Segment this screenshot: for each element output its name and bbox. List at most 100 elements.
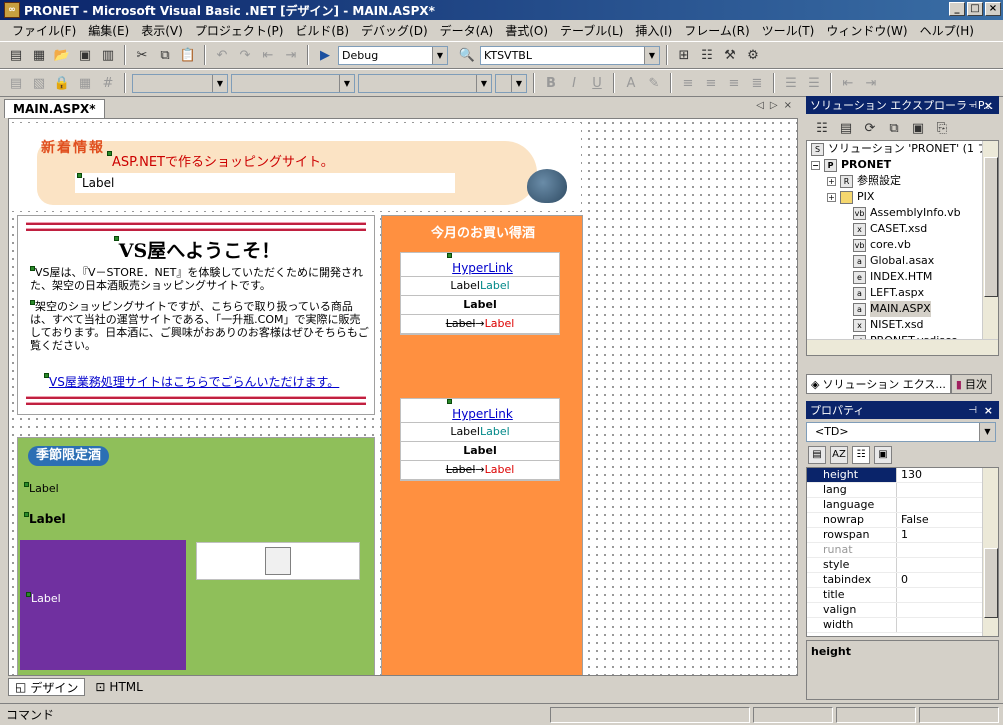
solution-tree[interactable]: S ソリューション 'PRONET' (1 プ − P PRONET + R 参照設定 +… xyxy=(806,140,999,356)
copy-project-icon[interactable]: ⎘ xyxy=(932,118,952,138)
navigate-forward-icon[interactable]: ⇥ xyxy=(281,45,301,65)
tab-main-aspx[interactable]: MAIN.ASPX* xyxy=(4,99,105,118)
save-all-icon[interactable]: ▥ xyxy=(98,45,118,65)
tab-solution-explorer[interactable]: ◈ ソリューション エクス... xyxy=(806,374,951,394)
properties-icon[interactable]: ☷ xyxy=(812,118,832,138)
menu-edit[interactable]: 編集(E) xyxy=(82,22,135,39)
align-left-icon[interactable]: ≡ xyxy=(678,73,698,93)
bullet-list-icon[interactable]: ☰ xyxy=(804,73,824,93)
tree-vertical-scrollbar[interactable] xyxy=(982,141,998,355)
indent-icon[interactable]: ⇥ xyxy=(861,73,881,93)
tree-item[interactable]: + R 参照設定 xyxy=(807,173,998,189)
expand-icon[interactable]: + xyxy=(827,176,836,186)
design-surface[interactable]: 新着情報 ASP.NETで作るショッピングサイト。 Label VS屋へようこそ… xyxy=(8,118,798,676)
solution-explorer-icon[interactable]: ⊞ xyxy=(674,45,694,65)
tree-item[interactable]: a LEFT.aspx xyxy=(807,285,998,301)
property-row[interactable]: nowrap False xyxy=(807,513,998,528)
properties-window-icon[interactable]: ☷ xyxy=(697,45,717,65)
property-row[interactable]: style xyxy=(807,558,998,573)
copy-icon[interactable]: ⧉ xyxy=(155,45,175,65)
menu-project[interactable]: プロジェクト(P) xyxy=(189,22,290,39)
close-icon[interactable]: × xyxy=(984,404,993,417)
object-select[interactable]: <TD> ▼ xyxy=(806,422,996,442)
italic-icon[interactable]: I xyxy=(564,73,584,93)
properties-header[interactable]: プロパティ ⊣ × xyxy=(806,401,999,419)
tab-contents[interactable]: ▮ 目次 xyxy=(950,374,992,394)
product-name-label[interactable]: Label xyxy=(463,444,497,457)
underline-icon[interactable]: U xyxy=(587,73,607,93)
property-row-height[interactable]: height 130 xyxy=(807,468,998,483)
property-grid-scrollbar[interactable] xyxy=(982,468,998,636)
menu-insert[interactable]: 挿入(I) xyxy=(629,22,678,39)
business-site-link[interactable]: VS屋業務処理サイトはこちらでごらんいただけます。 xyxy=(44,373,339,390)
menu-file[interactable]: ファイル(F) xyxy=(6,22,82,39)
find-in-files-icon[interactable]: 🔍 xyxy=(457,45,477,65)
tab-html[interactable]: ⊡ HTML xyxy=(89,678,148,696)
lock-icon[interactable]: 🔒 xyxy=(52,73,72,93)
minimize-button[interactable]: _ xyxy=(949,2,965,16)
welcome-panel[interactable]: VS屋へようこそ！ VS屋は、『V－STORE．NET』を体験していただくために… xyxy=(17,215,375,415)
product-label-teal[interactable]: Label xyxy=(480,425,510,438)
property-row[interactable]: tabindex 0 xyxy=(807,573,998,588)
tree-horizontal-scrollbar[interactable] xyxy=(807,339,998,355)
tree-item[interactable]: x NISET.xsd xyxy=(807,317,998,333)
sale-price-label[interactable]: Label xyxy=(485,463,515,476)
product-label[interactable]: Label xyxy=(450,279,480,292)
save-icon[interactable]: ▣ xyxy=(75,45,95,65)
show-all-files-icon[interactable]: ▤ xyxy=(836,118,856,138)
bold-icon[interactable]: B xyxy=(541,73,561,93)
sale-price-label[interactable]: Label xyxy=(485,317,515,330)
font-size-select[interactable]: ▼ xyxy=(358,73,492,93)
justify-icon[interactable]: ≣ xyxy=(747,73,767,93)
product-cell-2[interactable]: HyperLink LabelLabel Label Label→Label xyxy=(400,398,560,481)
pin-icon[interactable]: ⊣ xyxy=(968,100,977,111)
cut-icon[interactable]: ✂ xyxy=(132,45,152,65)
property-grid[interactable]: height 130 lang language nowrap False rows… xyxy=(806,467,999,637)
block-format-select[interactable]: ▼ xyxy=(132,73,228,93)
tab-design[interactable]: ◱ デザイン xyxy=(8,678,86,696)
seasonal-image-cell[interactable]: Label xyxy=(20,540,186,670)
navigate-back-icon[interactable]: ⇤ xyxy=(258,45,278,65)
add-item-icon[interactable]: ▦ xyxy=(29,45,49,65)
start-debug-icon[interactable]: ▶ xyxy=(315,45,335,65)
align-right-icon[interactable]: ≡ xyxy=(724,73,744,93)
original-price-label[interactable]: Label xyxy=(446,317,476,330)
alphabetical-icon[interactable]: AZ xyxy=(830,446,848,464)
product-name-label[interactable]: Label xyxy=(463,298,497,311)
view-code-icon[interactable]: ⧉ xyxy=(884,118,904,138)
find-target-select[interactable]: KTSVTBL ▼ xyxy=(480,45,660,65)
pin-icon[interactable]: ⊣ xyxy=(968,405,977,416)
product-hyperlink[interactable]: HyperLink xyxy=(452,261,513,275)
numbered-list-icon[interactable]: ☰ xyxy=(781,73,801,93)
properties-icon[interactable]: ☷ xyxy=(852,446,870,464)
monthly-deals-panel[interactable]: 今月のお買い得酒 HyperLink LabelLabel Label Labe… xyxy=(381,215,583,675)
news-label[interactable]: Label xyxy=(75,173,455,193)
menu-window[interactable]: ウィンドウ(W) xyxy=(820,22,913,39)
tree-item-selected[interactable]: a MAIN.ASPX xyxy=(807,301,998,317)
menu-debug[interactable]: デバッグ(D) xyxy=(355,22,434,39)
tree-item[interactable]: − P PRONET xyxy=(807,157,998,173)
tab-scroll-controls[interactable]: ◁▷× xyxy=(756,100,798,111)
scroll-thumb[interactable] xyxy=(984,548,998,618)
refresh-icon[interactable]: ⟳ xyxy=(860,118,880,138)
undo-icon[interactable]: ↶ xyxy=(212,45,232,65)
menu-frame[interactable]: フレーム(R) xyxy=(678,22,755,39)
seasonal-label-2[interactable]: Label xyxy=(24,512,66,526)
grid-icon[interactable]: ▦ xyxy=(75,73,95,93)
view-designer-icon[interactable]: ▣ xyxy=(908,118,928,138)
toolbox-icon[interactable]: ⚒ xyxy=(720,45,740,65)
font-size-small-select[interactable]: ▼ xyxy=(495,73,527,93)
original-price-label[interactable]: Label xyxy=(446,463,476,476)
menu-table[interactable]: テーブル(L) xyxy=(554,22,629,39)
layout-icon[interactable]: ▤ xyxy=(6,73,26,93)
property-row[interactable]: rowspan 1 xyxy=(807,528,998,543)
font-color-icon[interactable]: A xyxy=(621,73,641,93)
highlight-icon[interactable]: ✎ xyxy=(644,73,664,93)
close-button[interactable]: × xyxy=(985,2,1001,16)
menu-data[interactable]: データ(A) xyxy=(434,22,500,39)
property-row[interactable]: language xyxy=(807,498,998,513)
tree-item[interactable]: vb AssemblyInfo.vb xyxy=(807,205,998,221)
tree-item[interactable]: x CASET.xsd xyxy=(807,221,998,237)
seasonal-label-3[interactable]: Label xyxy=(26,592,61,605)
position-icon[interactable]: ▧ xyxy=(29,73,49,93)
